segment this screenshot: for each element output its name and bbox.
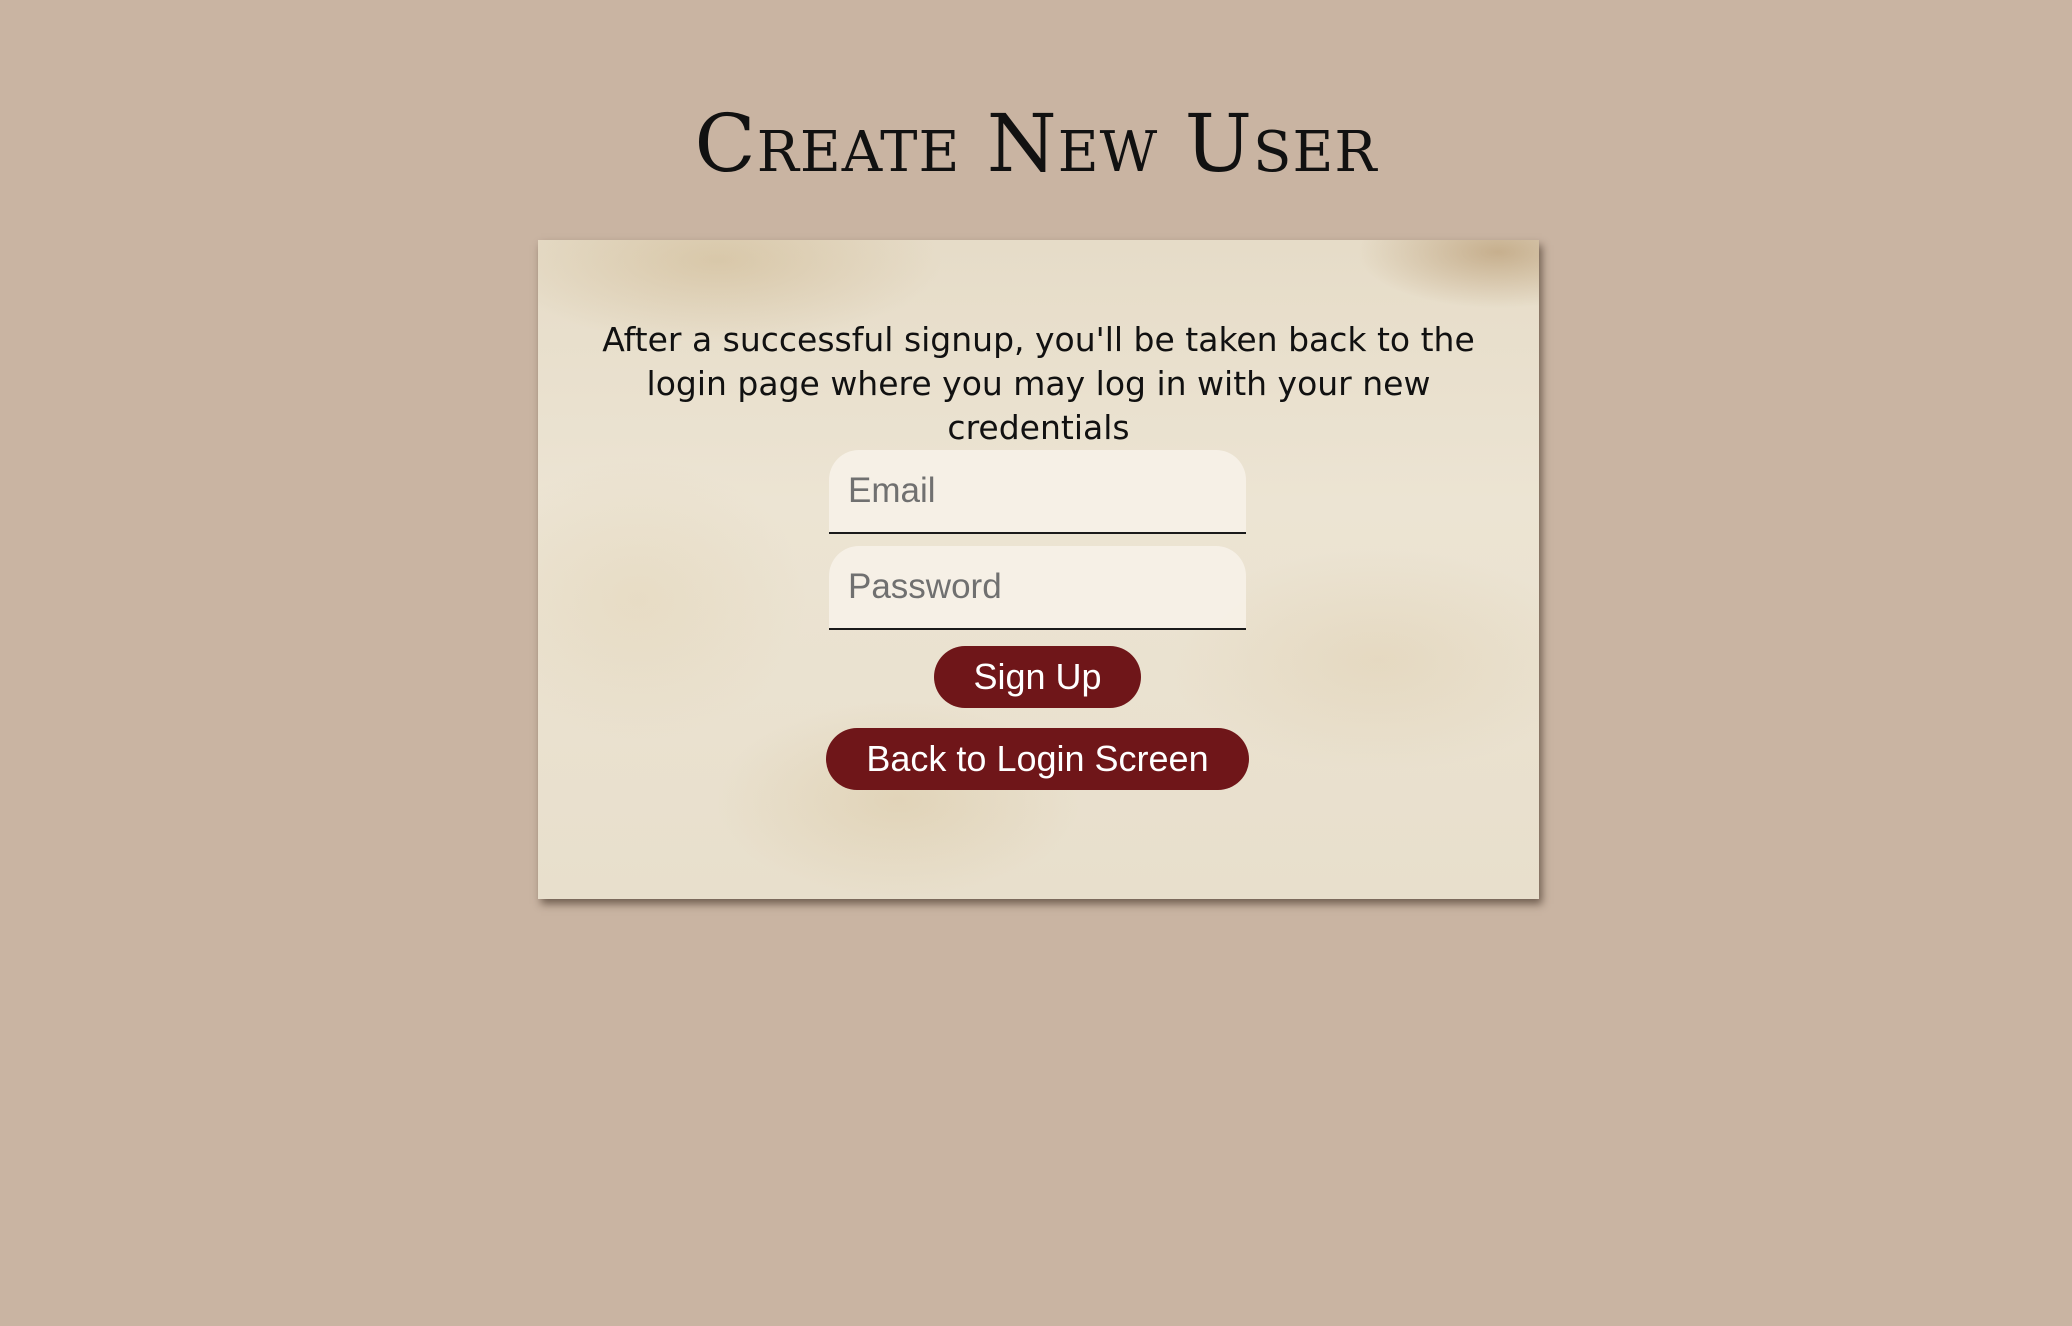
signup-info-text: After a successful signup, you'll be tak…: [602, 320, 1475, 447]
signup-card: After a successful signup, you'll be tak…: [538, 240, 1539, 899]
sign-up-button[interactable]: Sign Up: [934, 646, 1141, 708]
password-field[interactable]: [829, 546, 1246, 630]
email-field[interactable]: [829, 450, 1246, 534]
page: Create New User After a successful signu…: [0, 0, 2072, 1326]
page-title: Create New User: [694, 97, 1378, 190]
back-to-login-button[interactable]: Back to Login Screen: [826, 728, 1249, 790]
